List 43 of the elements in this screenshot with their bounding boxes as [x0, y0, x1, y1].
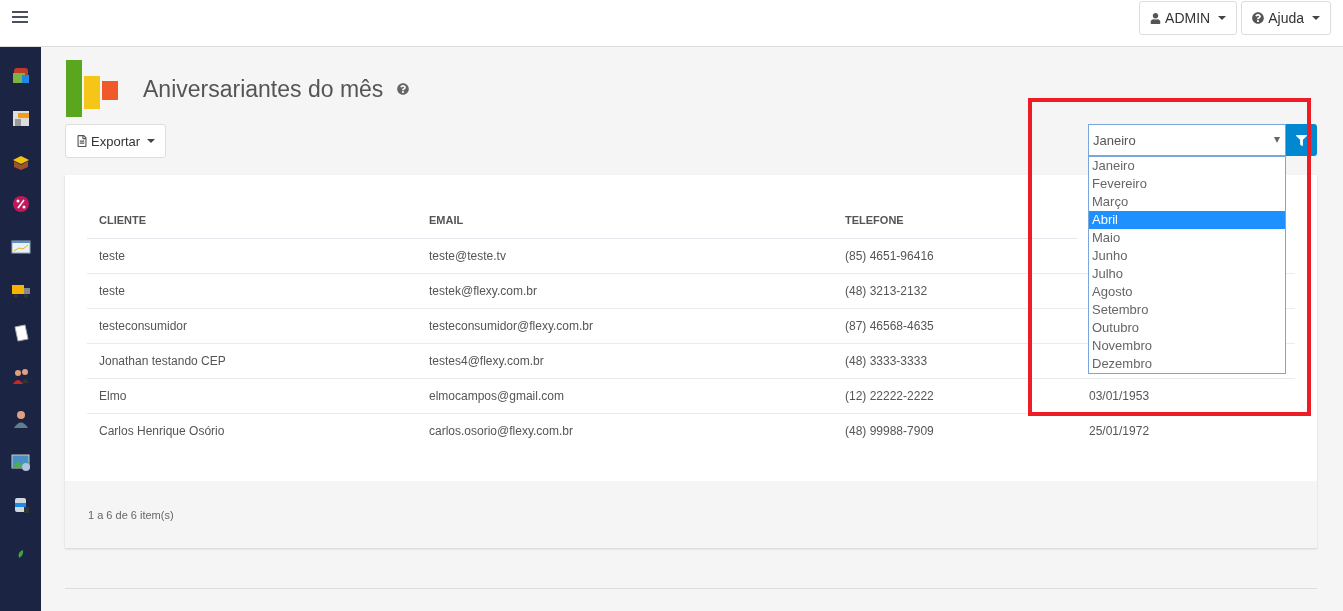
table-cell: testeconsumidor@flexy.com.br	[417, 308, 833, 343]
table-cell: teste	[87, 238, 417, 273]
table-cell: (85) 4651-96416	[833, 238, 1077, 273]
filter-icon	[1296, 134, 1307, 146]
table-cell: testes4@flexy.com.br	[417, 343, 833, 378]
picture-icon[interactable]	[10, 452, 31, 472]
month-select[interactable]: Janeiro	[1088, 124, 1286, 156]
table-cell: (48) 3213-2132	[833, 273, 1077, 308]
help-menu-button[interactable]: Ajuda	[1241, 1, 1331, 35]
column-header: EMAIL	[417, 202, 833, 238]
column-header: TELEFONE	[833, 202, 1077, 238]
people-icon[interactable]	[10, 366, 31, 386]
month-option[interactable]: Abril	[1089, 211, 1285, 229]
table-cell: testek@flexy.com.br	[417, 273, 833, 308]
table-cell-text: 25/01/1972	[1088, 422, 1151, 440]
table-cell: testeconsumidor	[87, 308, 417, 343]
admin-menu-button[interactable]: ADMIN	[1139, 1, 1238, 35]
column-header: CLIENTE	[87, 202, 417, 238]
table-cell: carlos.osorio@flexy.com.br	[417, 413, 833, 448]
table-cell: 03/01/1953	[1077, 378, 1295, 413]
export-button[interactable]: Exportar	[65, 124, 167, 158]
percent-icon[interactable]	[10, 194, 31, 214]
table-cell: teste	[87, 273, 417, 308]
table-cell: (48) 3333-3333	[833, 343, 1077, 378]
table-cell: (48) 99988-7909	[833, 413, 1077, 448]
page-title: Aniversariantes do mês	[143, 75, 384, 103]
table-cell: Elmo	[87, 378, 417, 413]
menu-icon[interactable]	[12, 10, 28, 24]
cube-stack-icon[interactable]	[10, 65, 31, 85]
store-icon[interactable]	[10, 108, 31, 128]
table-cell: elmocampos@gmail.com	[417, 378, 833, 413]
table-cell: (12) 22222-2222	[833, 378, 1077, 413]
help-icon	[1252, 12, 1265, 24]
bar-chart-logo-icon	[65, 60, 119, 118]
table-cell: (87) 46568-4635	[833, 308, 1077, 343]
document-icon	[76, 135, 88, 147]
table-cell: teste@teste.tv	[417, 238, 833, 273]
pagination-info: 1 a 6 de 6 item(s)	[88, 508, 174, 521]
table-cell: Carlos Henrique Osório	[87, 413, 417, 448]
user-icon	[1150, 12, 1162, 24]
table-cell: Jonathan testando CEP	[87, 343, 417, 378]
help-icon[interactable]	[397, 83, 410, 95]
chart-window-icon[interactable]	[10, 237, 31, 257]
